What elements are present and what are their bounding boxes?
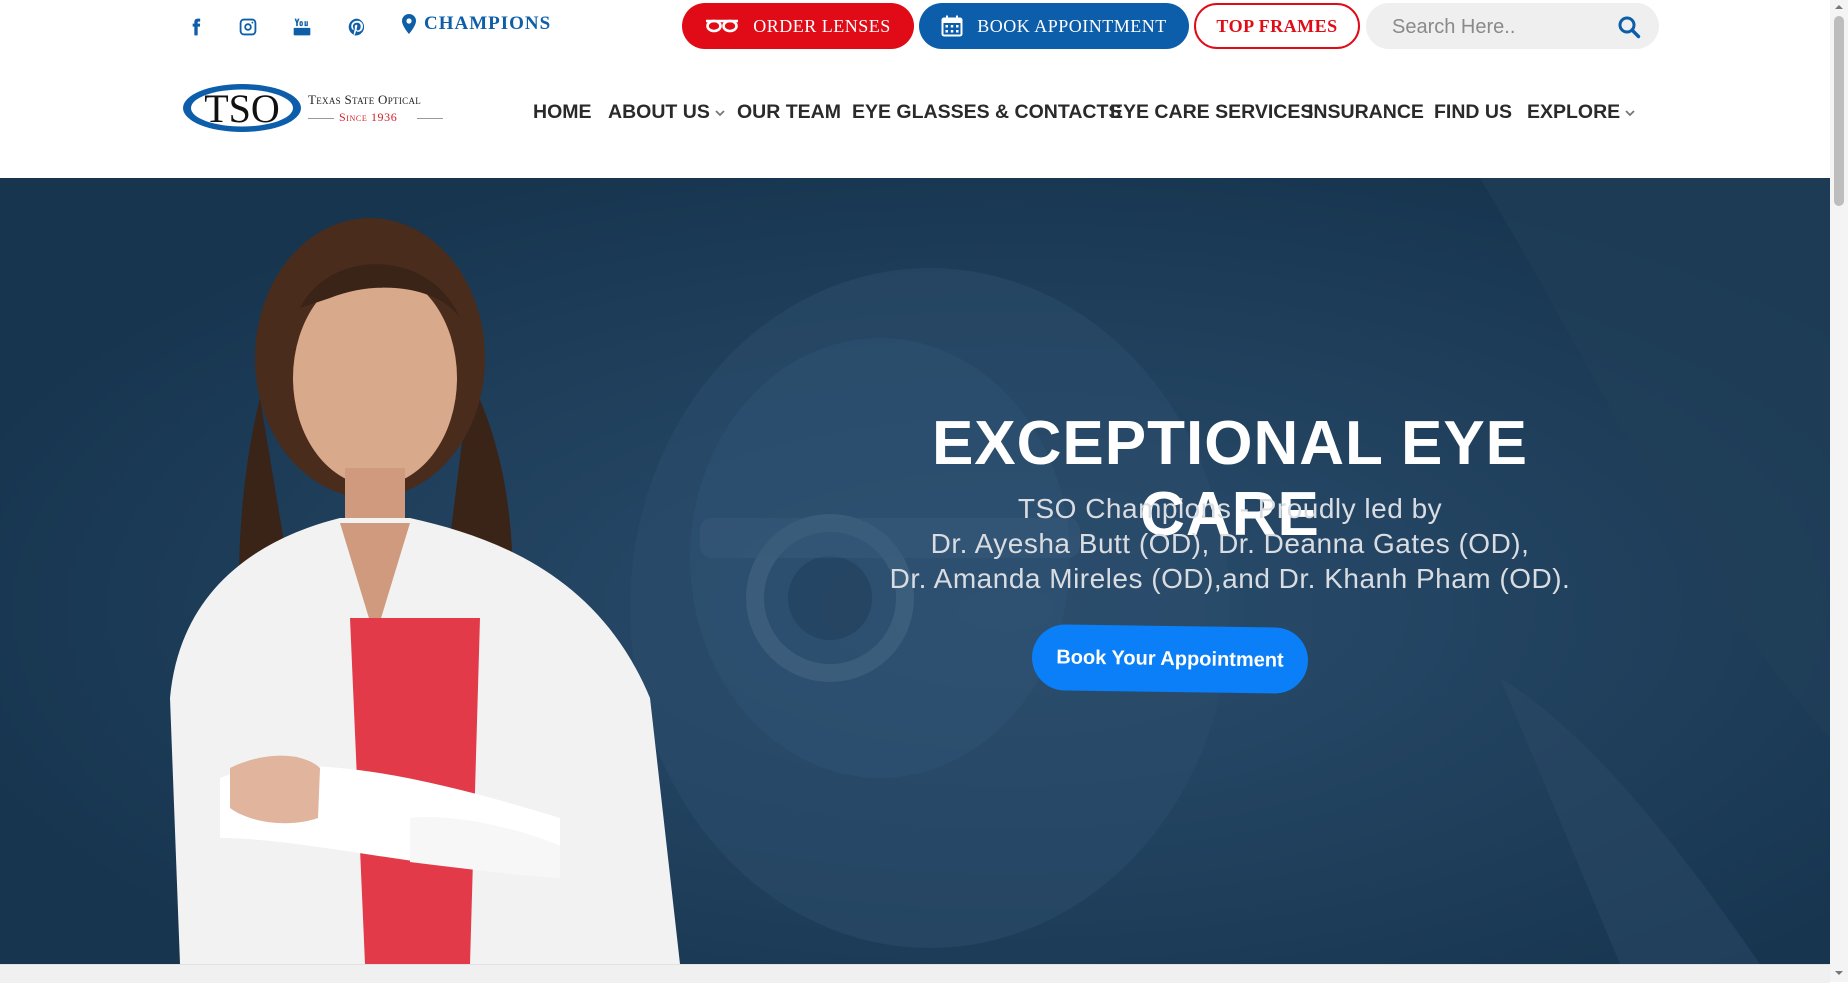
scroll-down-arrow-icon[interactable] [1834,968,1844,978]
scrollbar-thumb[interactable] [1834,16,1844,206]
location-label: CHAMPIONS [424,13,552,34]
nav-about-us-label: ABOUT US [608,101,710,123]
chevron-down-icon [715,109,725,116]
nav-find-us[interactable]: FIND US [1434,101,1512,124]
glasses-icon [706,19,739,33]
logo-divider-right [417,118,443,119]
youtube-icon[interactable] [289,14,315,40]
facebook-icon[interactable] [183,14,209,40]
nav-our-team[interactable]: OUR TEAM [737,101,841,124]
tso-logo[interactable]: TSO Texas State Optical Since 1936 [181,80,451,136]
nav-insurance-label: INSURANCE [1308,101,1424,123]
nav-explore[interactable]: EXPLORE [1527,101,1635,124]
top-frames-button[interactable]: TOP FRAMES [1194,3,1360,49]
scroll-up-arrow-icon[interactable] [1834,2,1844,12]
nav-eye-glasses-contacts[interactable]: EYE GLASSES & CONTACTS [852,101,1121,124]
calendar-icon [941,15,963,37]
hero-subtitle-line-1: TSO Champions - Proudly led by [1017,493,1443,524]
search-icon[interactable] [1617,15,1641,39]
order-lenses-button[interactable]: ORDER LENSES [682,3,914,49]
top-utility-bar: CHAMPIONS ORDER LENSES BOOK APPOINTMENT … [0,0,1830,52]
nav-eye-care-services[interactable]: EYE CARE SERVICES [1110,101,1313,124]
pinterest-icon[interactable] [344,14,370,40]
logo-divider-left [308,118,334,119]
nav-eye-care-services-label: EYE CARE SERVICES [1110,101,1314,123]
nav-insurance[interactable]: INSURANCE [1308,101,1424,124]
nav-home[interactable]: HOME [533,101,592,124]
search-input[interactable] [1390,11,1594,43]
horizontal-scrollbar[interactable] [0,964,1830,983]
nav-our-team-label: OUR TEAM [737,101,841,123]
nav-eye-glasses-contacts-label: EYE GLASSES & CONTACTS [852,101,1122,123]
map-pin-icon [402,14,416,34]
book-appointment-button[interactable]: BOOK APPOINTMENT [919,3,1189,49]
hero-subtitle-line-3: Dr. Amanda Mireles (OD),and Dr. Khanh Ph… [889,563,1571,594]
book-appointment-label: BOOK APPOINTMENT [977,15,1167,36]
logo-since: Since 1936 [339,110,398,124]
top-frames-label: TOP FRAMES [1216,15,1338,36]
logo-name: Texas State Optical [308,92,422,107]
hero-banner: EXCEPTIONAL EYE CARE TSO Champions - Pro… [0,178,1830,964]
instagram-icon[interactable] [235,14,261,40]
nav-about-us[interactable]: ABOUT US [608,101,725,124]
logo-mark: TSO [204,86,280,131]
location-link[interactable]: CHAMPIONS [402,13,551,35]
vertical-scrollbar[interactable] [1830,0,1848,982]
nav-home-label: HOME [533,101,592,123]
book-your-appointment-button[interactable]: Book Your Appointment [1031,624,1309,694]
order-lenses-label: ORDER LENSES [753,15,891,36]
chevron-down-icon [1625,109,1635,116]
hero-subtitle-line-2: Dr. Ayesha Butt (OD), Dr. Deanna Gates (… [930,528,1530,559]
search-box [1366,3,1659,49]
nav-explore-label: EXPLORE [1527,101,1621,123]
nav-find-us-label: FIND US [1434,101,1512,123]
